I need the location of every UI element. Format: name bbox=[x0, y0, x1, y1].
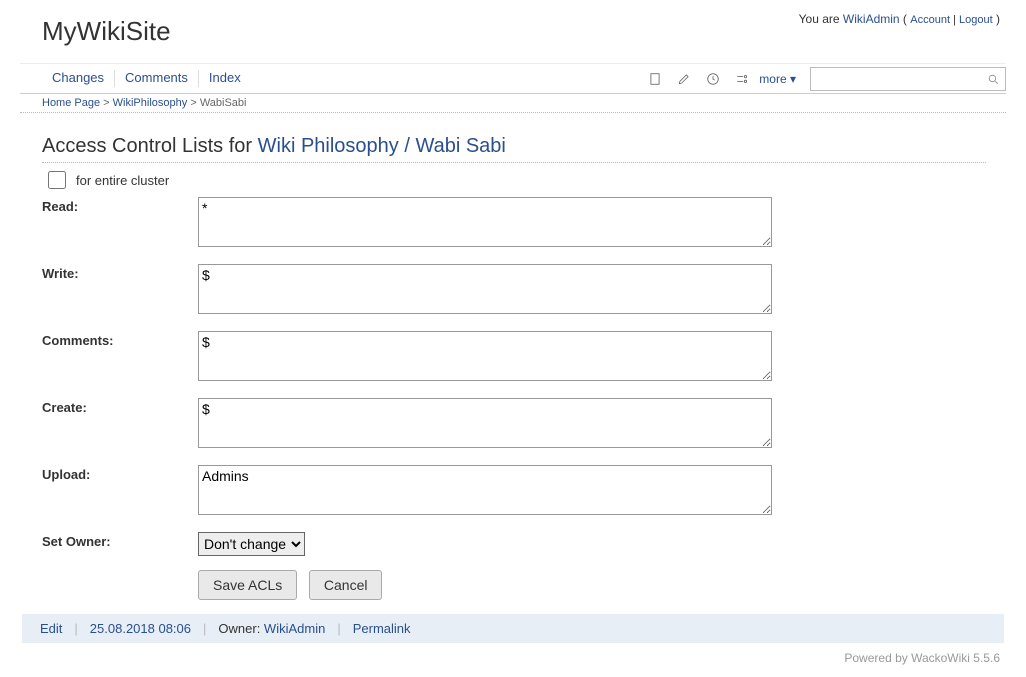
footer-timestamp[interactable]: 25.08.2018 08:06 bbox=[90, 621, 191, 636]
logout-link[interactable]: Logout bbox=[959, 14, 993, 26]
row-upload: Upload: bbox=[42, 465, 986, 518]
textarea-read[interactable] bbox=[198, 197, 772, 247]
textarea-upload[interactable] bbox=[198, 465, 772, 515]
search-icon bbox=[987, 73, 1000, 86]
breadcrumb: Home Page > WikiPhilosophy > WabiSabi bbox=[20, 94, 1006, 113]
crumb-current: WabiSabi bbox=[200, 97, 247, 109]
history-icon[interactable] bbox=[706, 72, 720, 86]
crumb-home[interactable]: Home Page bbox=[42, 97, 100, 109]
footer-owner-link[interactable]: WikiAdmin bbox=[264, 621, 325, 636]
label-comments: Comments: bbox=[42, 331, 198, 384]
search-box[interactable] bbox=[810, 67, 1006, 91]
select-owner[interactable]: Don't change bbox=[198, 532, 305, 556]
row-write: Write: bbox=[42, 264, 986, 317]
textarea-write[interactable] bbox=[198, 264, 772, 314]
button-row: Save ACLs Cancel bbox=[42, 570, 986, 600]
label-write: Write: bbox=[42, 264, 198, 317]
nav-changes[interactable]: Changes bbox=[42, 70, 115, 87]
row-read: Read: bbox=[42, 197, 986, 250]
label-upload: Upload: bbox=[42, 465, 198, 518]
footer-edit[interactable]: Edit bbox=[40, 621, 62, 636]
settings-icon[interactable] bbox=[735, 72, 749, 86]
footer-bar: Edit | 25.08.2018 08:06 | Owner: WikiAdm… bbox=[22, 614, 1004, 643]
powered-by: Powered by WackoWiki 5.5.6 bbox=[844, 651, 1000, 665]
textarea-comments[interactable] bbox=[198, 331, 772, 381]
label-owner: Set Owner: bbox=[42, 532, 198, 556]
acl-page-link[interactable]: Wiki Philosophy / Wabi Sabi bbox=[258, 135, 506, 157]
cancel-button[interactable]: Cancel bbox=[309, 570, 383, 600]
nav-tabs: Changes Comments Index bbox=[20, 70, 257, 87]
acl-heading: Access Control Lists for Wiki Philosophy… bbox=[42, 135, 986, 163]
user-name-link[interactable]: WikiAdmin bbox=[843, 12, 900, 26]
cluster-label: for entire cluster bbox=[76, 173, 169, 188]
row-comments: Comments: bbox=[42, 331, 986, 384]
edit-icon[interactable] bbox=[677, 72, 691, 86]
account-link[interactable]: Account bbox=[910, 14, 950, 26]
crumb-l2[interactable]: WikiPhilosophy bbox=[113, 97, 188, 109]
label-read: Read: bbox=[42, 197, 198, 250]
nav-index[interactable]: Index bbox=[199, 70, 251, 87]
nav-comments[interactable]: Comments bbox=[115, 70, 199, 87]
more-link[interactable]: more ▾ bbox=[759, 72, 796, 86]
user-bar: You are WikiAdmin ( Account | Logout ) bbox=[799, 12, 1000, 26]
row-owner: Set Owner: Don't change bbox=[42, 532, 986, 556]
footer-permalink[interactable]: Permalink bbox=[353, 621, 411, 636]
content: Access Control Lists for Wiki Philosophy… bbox=[20, 113, 1006, 600]
nav-right: more ▾ bbox=[648, 67, 1006, 91]
user-prefix: You are bbox=[799, 12, 843, 26]
cluster-checkbox[interactable] bbox=[48, 171, 66, 189]
textarea-create[interactable] bbox=[198, 398, 772, 448]
page-icon[interactable] bbox=[648, 72, 662, 86]
cluster-row: for entire cluster bbox=[42, 171, 986, 189]
nav-row: Changes Comments Index more ▾ bbox=[20, 63, 1006, 94]
save-button[interactable]: Save ACLs bbox=[198, 570, 297, 600]
label-create: Create: bbox=[42, 398, 198, 451]
row-create: Create: bbox=[42, 398, 986, 451]
icon-row bbox=[648, 72, 749, 86]
